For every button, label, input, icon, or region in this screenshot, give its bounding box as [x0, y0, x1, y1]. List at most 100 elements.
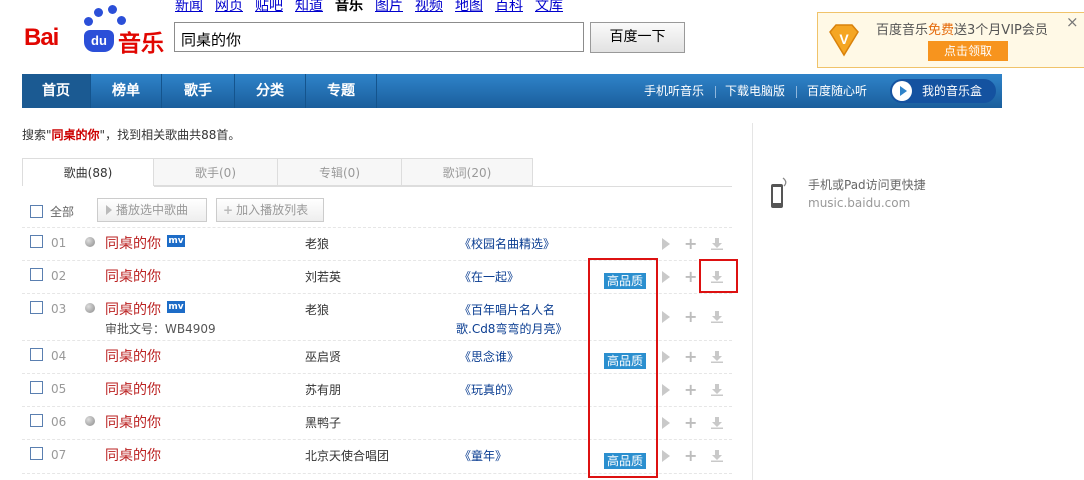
add-icon[interactable]: + [684, 269, 697, 285]
search-button[interactable]: 百度一下 [590, 22, 685, 53]
album-name[interactable]: 《玩真的》 [459, 381, 519, 398]
logo-du: du [84, 30, 114, 52]
song-title[interactable]: 同桌的你 [105, 233, 161, 253]
svg-text:V: V [839, 31, 849, 47]
logo-music: 音乐 [118, 31, 164, 57]
album-name[interactable]: 《在一起》 [459, 268, 519, 285]
add-icon[interactable]: + [684, 415, 697, 431]
album-name[interactable]: 《童年》 [459, 447, 507, 464]
product-link[interactable]: 视频 [415, 0, 443, 15]
paw-dot [94, 8, 103, 17]
play-icon[interactable] [662, 271, 670, 283]
song-title[interactable]: 同桌的你 [105, 445, 161, 465]
play-selected-button[interactable]: 播放选中歌曲 [97, 198, 207, 222]
row-checkbox[interactable] [30, 381, 43, 394]
tab-albums[interactable]: 专辑(0) [278, 158, 402, 186]
add-to-playlist-button[interactable]: + 加入播放列表 [216, 198, 324, 222]
search-summary: 搜索"同桌的你"，找到相关歌曲共88首。 [22, 128, 241, 142]
product-link[interactable]: 文库 [535, 0, 563, 15]
singer-name[interactable]: 黑鸭子 [305, 414, 341, 431]
search-input[interactable]: 同桌的你 [174, 22, 584, 52]
row-checkbox[interactable] [30, 414, 43, 427]
tab-lyrics[interactable]: 歌词(20) [402, 158, 533, 186]
tab-artists[interactable]: 歌手(0) [154, 158, 278, 186]
add-icon[interactable]: + [684, 448, 697, 464]
row-checkbox[interactable] [30, 447, 43, 460]
play-icon[interactable] [662, 417, 670, 429]
product-nav: 新闻 网页 贴吧 知道 音乐 图片 视频 地图 百科 文库 [175, 0, 575, 15]
nav-charts[interactable]: 榜单 [91, 74, 162, 108]
add-icon[interactable]: + [684, 349, 697, 365]
album-name[interactable]: 《思念谁》 [459, 348, 519, 365]
product-link[interactable]: 地图 [455, 0, 483, 15]
product-link[interactable]: 贴吧 [255, 0, 283, 15]
play-icon[interactable] [662, 311, 670, 323]
nav-artists[interactable]: 歌手 [162, 74, 235, 108]
download-icon[interactable] [711, 417, 723, 429]
play-icon[interactable] [662, 238, 670, 250]
row-divider [22, 227, 732, 229]
singer-name[interactable]: 刘若英 [305, 268, 341, 285]
play-icon[interactable] [662, 450, 670, 462]
download-icon[interactable] [711, 351, 723, 363]
row-checkbox[interactable] [30, 348, 43, 361]
singer-name[interactable]: 北京天使合唱团 [305, 447, 389, 464]
nav-categories[interactable]: 分类 [235, 74, 306, 108]
song-title[interactable]: 同桌的你 [105, 266, 161, 286]
singer-name[interactable]: 巫启贤 [305, 348, 341, 365]
add-icon: + [223, 203, 234, 217]
row-number: 06 [51, 415, 67, 429]
add-icon[interactable]: + [684, 382, 697, 398]
download-icon[interactable] [711, 450, 723, 462]
column-divider [752, 123, 753, 480]
download-highlight-box [699, 259, 738, 293]
row-checkbox[interactable] [30, 235, 43, 248]
album-name[interactable]: 《校园名曲精选》 [459, 235, 555, 252]
singer-name[interactable]: 苏有朋 [305, 381, 341, 398]
product-link[interactable]: 新闻 [175, 0, 203, 15]
online-icon [85, 416, 95, 426]
song-title[interactable]: 同桌的你 [105, 299, 161, 319]
select-all-checkbox[interactable] [30, 205, 43, 218]
add-icon[interactable]: + [684, 236, 697, 252]
nav-suixinting[interactable]: 百度随心听 [807, 74, 867, 108]
song-title[interactable]: 同桌的你 [105, 346, 161, 366]
nav-separator [715, 86, 716, 98]
download-icon[interactable] [711, 238, 723, 250]
download-icon[interactable] [711, 384, 723, 396]
close-icon[interactable]: × [1066, 13, 1079, 31]
baidu-music-logo[interactable]: Bai du 音乐 [24, 5, 164, 57]
tab-songs[interactable]: 歌曲(88) [22, 158, 154, 186]
singer-name[interactable]: 老狼 [305, 235, 329, 252]
nav-download-pc[interactable]: 下载电脑版 [725, 74, 785, 108]
add-icon[interactable]: + [684, 309, 697, 325]
nav-topics[interactable]: 专题 [306, 74, 377, 108]
product-link[interactable]: 百科 [495, 0, 523, 15]
row-checkbox[interactable] [30, 301, 43, 314]
mv-icon[interactable]: mv [167, 235, 185, 247]
nav-home[interactable]: 首页 [22, 74, 91, 108]
product-link[interactable]: 网页 [215, 0, 243, 15]
download-icon[interactable] [711, 311, 723, 323]
album-name[interactable]: 《百年唱片名人名 [459, 301, 555, 318]
vip-claim-button[interactable]: 点击领取 [928, 41, 1008, 61]
play-icon[interactable] [662, 384, 670, 396]
row-checkbox[interactable] [30, 268, 43, 281]
play-icon[interactable] [662, 351, 670, 363]
row-number: 02 [51, 269, 67, 283]
mobile-domain[interactable]: music.baidu.com [808, 196, 910, 210]
product-link-active: 音乐 [335, 0, 363, 14]
play-icon [892, 81, 912, 101]
row-number: 05 [51, 382, 67, 396]
album-name[interactable]: 歌.Cd8弯弯的月亮》 [456, 320, 567, 337]
nav-separator [796, 86, 797, 98]
mv-icon[interactable]: mv [167, 301, 185, 313]
product-link[interactable]: 知道 [295, 0, 323, 15]
my-music-box-button[interactable]: 我的音乐盒 [890, 79, 996, 103]
product-link[interactable]: 图片 [375, 0, 403, 15]
singer-name[interactable]: 老狼 [305, 301, 329, 318]
vip-diamond-icon: V [829, 24, 859, 57]
song-title[interactable]: 同桌的你 [105, 412, 161, 432]
song-title[interactable]: 同桌的你 [105, 379, 161, 399]
nav-mobile-music[interactable]: 手机听音乐 [644, 74, 704, 108]
